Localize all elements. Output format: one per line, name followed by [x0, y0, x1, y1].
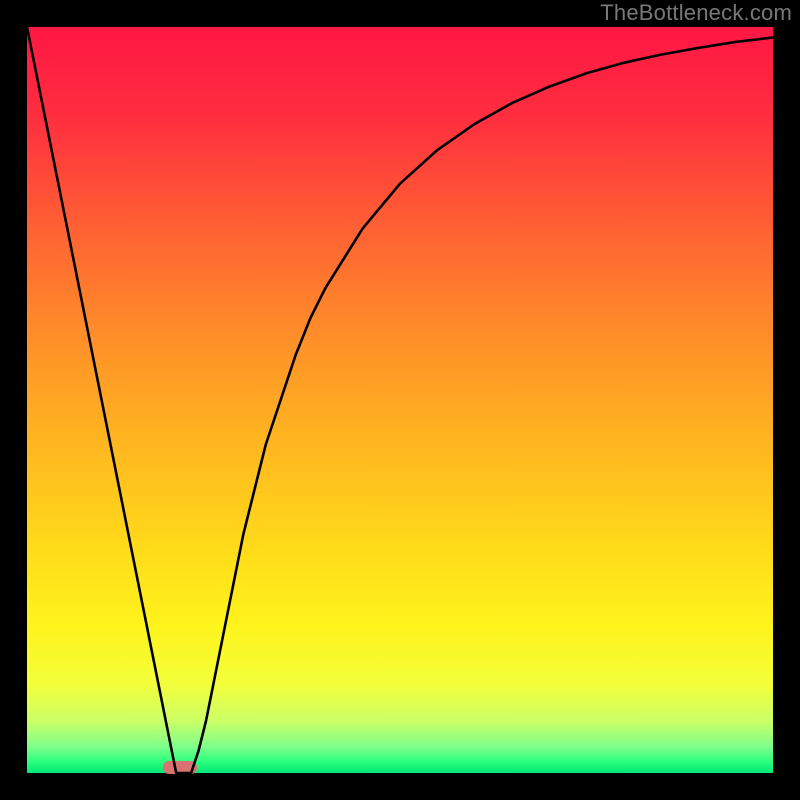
chart-plot-area — [27, 27, 773, 773]
chart-container: TheBottleneck.com — [0, 0, 800, 800]
chart-svg — [0, 0, 800, 800]
